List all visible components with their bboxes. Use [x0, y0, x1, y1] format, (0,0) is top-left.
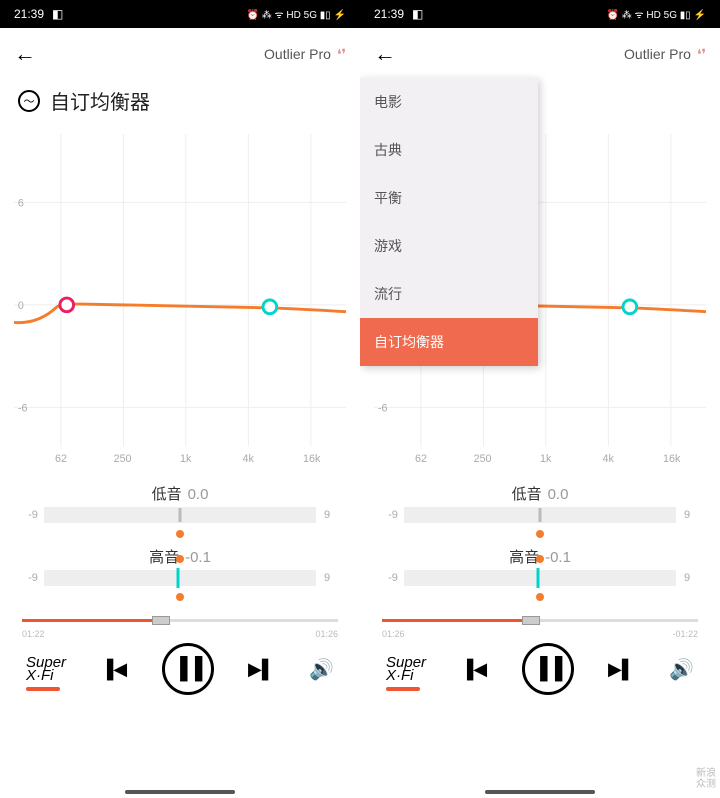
preset-movie[interactable]: 电影	[360, 78, 538, 126]
home-indicator[interactable]	[125, 790, 235, 794]
tone-sliders: 低音0.0 -99 高音-0.1 -99	[0, 475, 360, 587]
status-icons: ⏰ ⁂ ᯤ HD 5G ▮▯ ⚡	[247, 7, 347, 21]
svg-text:4k: 4k	[242, 453, 254, 465]
svg-text:1k: 1k	[180, 453, 192, 465]
treble-slider[interactable]: 高音-0.1 -99	[386, 546, 694, 587]
preset-custom[interactable]: 自订均衡器	[360, 318, 538, 366]
prev-icon[interactable]: ▐◀	[100, 659, 127, 680]
eq-handle-bass[interactable]	[60, 298, 74, 312]
svg-text:-6: -6	[18, 402, 28, 414]
svg-text:62: 62	[415, 453, 427, 465]
app-header: ← Outlier Pro❛❜	[0, 28, 360, 80]
next-icon[interactable]: ▶▌	[248, 659, 275, 680]
svg-text:1k: 1k	[540, 453, 552, 465]
back-icon[interactable]: ←	[14, 41, 36, 67]
phone-left: 21:39◧ ⏰ ⁂ ᯤ HD 5G ▮▯ ⚡ ← Outlier Pro❛❜ …	[0, 0, 360, 798]
device-label[interactable]: Outlier Pro❛❜	[264, 46, 346, 63]
device-label[interactable]: Outlier Pro❛❜	[624, 46, 706, 63]
svg-text:-6: -6	[378, 402, 388, 414]
eq-title-row[interactable]: 〜 自订均衡器	[0, 80, 360, 125]
eq-chart[interactable]: 6 0 -6 62 250 1k 4k 16k	[0, 125, 360, 475]
bass-slider[interactable]: 低音0.0 -99	[386, 483, 694, 524]
next-icon[interactable]: ▶▌	[608, 659, 635, 680]
preset-game[interactable]: 游戏	[360, 222, 538, 270]
clock: 21:39	[14, 7, 44, 21]
progress-bar[interactable]	[22, 613, 338, 627]
watermark: 新浪众测	[696, 768, 716, 790]
pause-button[interactable]: ▐▐	[522, 643, 574, 695]
player-bar: 01:2201:26 SuperX·Fi ▐◀ ▐▐ ▶▌ 🔊	[0, 609, 360, 695]
eq-icon: 〜	[18, 90, 40, 112]
preset-classic[interactable]: 古典	[360, 126, 538, 174]
home-indicator[interactable]	[485, 790, 595, 794]
bass-slider[interactable]: 低音0.0 -99	[26, 483, 334, 524]
svg-text:250: 250	[114, 453, 132, 465]
phone-right: 21:39◧ ⏰ ⁂ ᯤ HD 5G ▮▯ ⚡ ← Outlier Pro❛❜ …	[360, 0, 720, 798]
status-bar: 21:39◧ ⏰ ⁂ ᯤ HD 5G ▮▯ ⚡	[0, 0, 360, 28]
sxfi-logo[interactable]: SuperX·Fi	[386, 656, 426, 683]
preset-pop[interactable]: 流行	[360, 270, 538, 318]
svg-text:6: 6	[18, 197, 24, 209]
volume-icon[interactable]: 🔊	[309, 657, 334, 682]
volume-icon[interactable]: 🔊	[669, 657, 694, 682]
prev-icon[interactable]: ▐◀	[460, 659, 487, 680]
svg-text:16k: 16k	[303, 453, 321, 465]
status-bar: 21:39◧ ⏰ ⁂ ᯤ HD 5G ▮▯ ⚡	[360, 0, 720, 28]
svg-text:62: 62	[55, 453, 67, 465]
treble-slider[interactable]: 高音-0.1 -99	[26, 546, 334, 587]
eq-title: 自订均衡器	[50, 86, 150, 115]
eq-handle-treble[interactable]	[263, 300, 277, 314]
svg-text:16k: 16k	[663, 453, 681, 465]
sxfi-logo[interactable]: SuperX·Fi	[26, 656, 66, 683]
earbuds-icon: ❛❜	[697, 46, 706, 63]
earbuds-icon: ❛❜	[337, 46, 346, 63]
back-icon[interactable]: ←	[374, 41, 396, 67]
preset-flat[interactable]: 平衡	[360, 174, 538, 222]
svg-text:250: 250	[474, 453, 492, 465]
preset-dropdown: 电影 古典 平衡 游戏 流行 自订均衡器	[360, 78, 538, 366]
svg-text:0: 0	[18, 300, 24, 312]
progress-bar[interactable]	[382, 613, 698, 627]
svg-text:4k: 4k	[602, 453, 614, 465]
pause-button[interactable]: ▐▐	[162, 643, 214, 695]
app-header: ← Outlier Pro❛❜	[360, 28, 720, 80]
